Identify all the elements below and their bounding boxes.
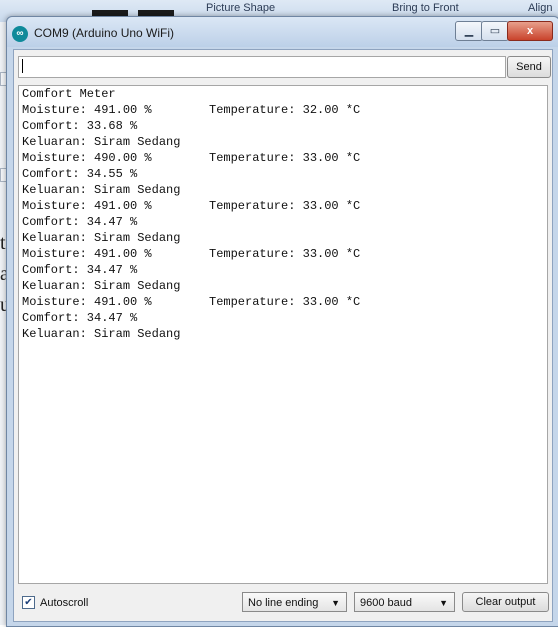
send-row: Send <box>18 56 551 80</box>
comfort-reading: Comfort: 34.55 % <box>22 167 138 181</box>
baud-rate-select[interactable]: 9600 baud ▼ <box>354 592 455 612</box>
moisture-reading: Moisture: 491.00 % <box>22 247 152 261</box>
output-reading-line: Moisture: 491.00 % Temperature: 33.00 *C <box>19 246 547 262</box>
autoscroll-checkbox[interactable]: ✔ <box>22 596 35 609</box>
baud-rate-value: 9600 baud <box>360 597 412 609</box>
keluaran-reading: Keluaran: Siram Sedang <box>22 183 181 197</box>
minimize-button[interactable]: ▁ <box>455 21 483 41</box>
comfort-reading: Comfort: 34.47 % <box>22 311 138 325</box>
temperature-reading: Temperature: 33.00 *C <box>209 247 361 261</box>
chevron-down-icon: ▼ <box>331 598 340 608</box>
temperature-reading: Temperature: 33.00 *C <box>209 151 361 165</box>
keluaran-reading: Keluaran: Siram Sedang <box>22 327 181 341</box>
close-button[interactable]: x <box>507 21 553 41</box>
comfort-reading: Comfort: 34.47 % <box>22 263 138 277</box>
clear-output-button[interactable]: Clear output <box>462 592 549 612</box>
monitor-client-area: Send Comfort Meter Moisture: 491.00 % Tem… <box>13 49 553 622</box>
send-button[interactable]: Send <box>507 56 551 78</box>
moisture-reading: Moisture: 491.00 % <box>22 199 152 213</box>
comfort-reading: Comfort: 34.47 % <box>22 215 138 229</box>
serial-monitor-window: ∞ COM9 (Arduino Uno WiFi) ▁ ▭ x Send Com… <box>6 16 558 627</box>
serial-send-input[interactable] <box>18 56 506 78</box>
output-reading-line: Moisture: 491.00 % Temperature: 32.00 *C <box>19 102 547 118</box>
output-reading-line: Moisture: 490.00 % Temperature: 33.00 *C <box>19 150 547 166</box>
temperature-reading: Temperature: 33.00 *C <box>209 295 361 309</box>
output-header-line: Comfort Meter <box>22 87 116 101</box>
maximize-button[interactable]: ▭ <box>481 21 509 41</box>
keluaran-reading: Keluaran: Siram Sedang <box>22 135 181 149</box>
temperature-reading: Temperature: 32.00 *C <box>209 103 361 117</box>
autoscroll-toggle[interactable]: ✔ Autoscroll <box>22 596 88 609</box>
keluaran-reading: Keluaran: Siram Sedang <box>22 231 181 245</box>
title-bar[interactable]: ∞ COM9 (Arduino Uno WiFi) ▁ ▭ x <box>7 17 558 47</box>
serial-output-area[interactable]: Comfort Meter Moisture: 491.00 % Temperat… <box>18 85 548 584</box>
line-ending-value: No line ending <box>248 597 319 609</box>
bottom-toolbar: ✔ Autoscroll No line ending ▼ 9600 baud … <box>18 592 549 616</box>
text-caret <box>22 59 23 73</box>
autoscroll-label: Autoscroll <box>40 596 89 609</box>
moisture-reading: Moisture: 491.00 % <box>22 295 152 309</box>
moisture-reading: Moisture: 491.00 % <box>22 103 152 117</box>
temperature-reading: Temperature: 33.00 *C <box>209 199 361 213</box>
chevron-down-icon: ▼ <box>439 598 448 608</box>
background-text-fragment: t <box>0 232 6 254</box>
window-title: COM9 (Arduino Uno WiFi) <box>34 26 175 40</box>
comfort-reading: Comfort: 33.68 % <box>22 119 138 133</box>
moisture-reading: Moisture: 490.00 % <box>22 151 152 165</box>
line-ending-select[interactable]: No line ending ▼ <box>242 592 347 612</box>
keluaran-reading: Keluaran: Siram Sedang <box>22 279 181 293</box>
output-reading-line: Moisture: 491.00 % Temperature: 33.00 *C <box>19 294 547 310</box>
output-reading-line: Moisture: 491.00 % Temperature: 33.00 *C <box>19 198 547 214</box>
arduino-icon: ∞ <box>12 26 28 42</box>
